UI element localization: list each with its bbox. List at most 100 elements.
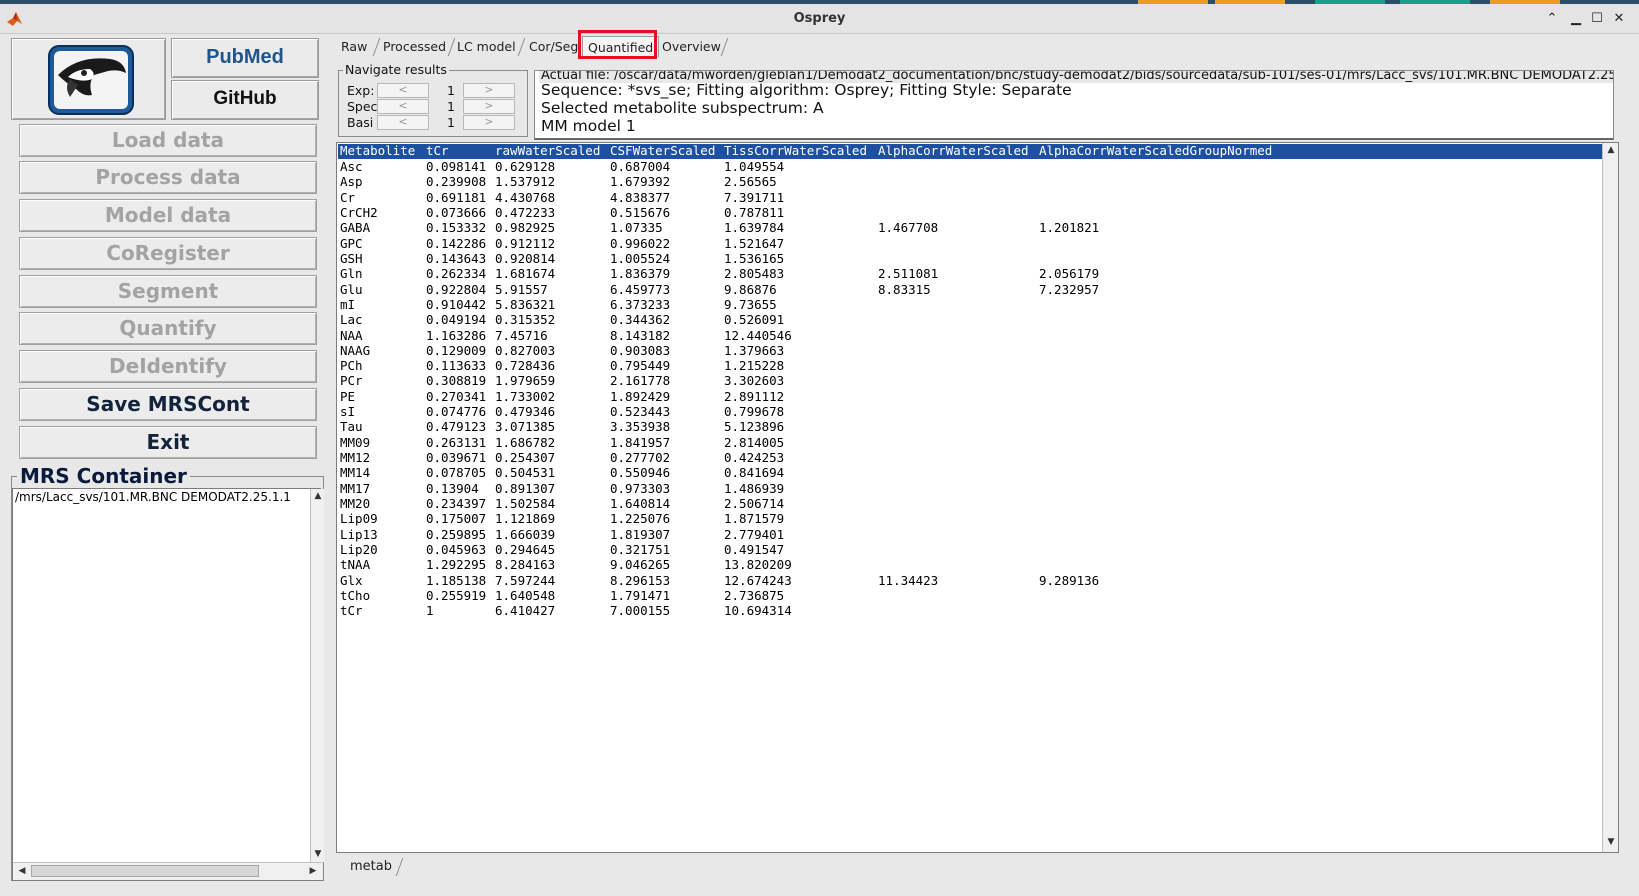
table-row[interactable]: MM17 0.13904 0.891307 0.973303 1.486939	[338, 480, 1598, 497]
pubmed-button[interactable]: PubMed	[171, 38, 319, 78]
nav-next-button[interactable]: >	[463, 99, 515, 114]
osprey-logo-button[interactable]	[11, 38, 166, 120]
table-row[interactable]: NAAG 0.129009 0.827003 0.903083 1.379663	[338, 342, 1598, 359]
table-cell: 1	[426, 603, 434, 619]
table-row[interactable]: tCr 1 6.410427 7.000155 10.694314	[338, 603, 1598, 619]
table-cell: 2.506714	[724, 496, 785, 512]
table-row[interactable]: GPC 0.142286 0.912112 0.996022 1.521647	[338, 236, 1598, 252]
table-row[interactable]: Gln 0.262334 1.681674 1.836379 2.805483 2.511…	[338, 266, 1598, 282]
table-row[interactable]: Glx 1.185138 7.597244 8.296153 12.674243 11.3…	[338, 572, 1598, 589]
tab-raw[interactable]: Raw	[336, 36, 372, 57]
file-info-panel: Actual file: /oscar/data/mworden/gleblan…	[534, 70, 1614, 140]
scroll-up-icon[interactable]: ▲	[311, 491, 325, 501]
scroll-up-icon[interactable]: ▲	[1604, 145, 1618, 155]
scroll-down-icon[interactable]: ▼	[311, 849, 325, 859]
table-row[interactable]: Lip13 0.259895 1.666039 1.819307 2.779401	[338, 527, 1598, 543]
table-row[interactable]: Glu 0.922804 5.91557 6.459773 9.86876 8.83315…	[338, 281, 1598, 298]
table-cell: CrCH2	[340, 204, 378, 220]
minimize-icon[interactable]: ▁	[1567, 10, 1585, 28]
table-cell: 0.129009	[426, 342, 487, 358]
nav-prev-button[interactable]: <	[377, 83, 429, 98]
table-vertical-scrollbar[interactable]: ▲ ▼	[1602, 143, 1618, 852]
table-row[interactable]: GABA 0.153332 0.982925 1.07335 1.639784 1.467…	[338, 220, 1598, 236]
nav-label: Basi	[347, 115, 374, 130]
nav-prev-button[interactable]: <	[377, 99, 429, 114]
table-row[interactable]: PCr 0.308819 1.979659 2.161778 3.302603	[338, 373, 1598, 389]
mrs-container-list[interactable]: /mrs/Lacc_svs/101.MR.BNC DEMODAT2.25.1.1…	[12, 488, 324, 881]
tab-overview[interactable]: Overview	[657, 36, 726, 57]
table-row[interactable]: Lip09 0.175007 1.121869 1.225076 1.871579	[338, 511, 1598, 527]
table-cell: Tau	[340, 419, 363, 435]
table-cell: 0.424253	[724, 450, 785, 466]
exit-button[interactable]: Exit	[19, 426, 317, 459]
table-cell: MM14	[340, 465, 371, 481]
tab-cor-seg[interactable]: Cor/Seg	[524, 36, 583, 57]
list-item[interactable]: /mrs/Lacc_svs/101.MR.BNC DEMODAT2.25.1.1	[15, 489, 309, 505]
subspectrum-info: Selected metabolite subspectrum: A	[541, 99, 824, 117]
collapse-icon[interactable]: ⌃	[1543, 10, 1561, 28]
table-cell: 0.262334	[426, 266, 487, 282]
table-row[interactable]: MM20 0.234397 1.502584 1.640814 2.506714	[338, 496, 1598, 512]
scroll-left-icon[interactable]: ◀	[15, 866, 29, 876]
save-mrscont-button[interactable]: Save MRSCont	[19, 388, 317, 421]
nav-value: 1	[447, 99, 455, 114]
table-row[interactable]: MM09 0.263131 1.686782 1.841957 2.814005	[338, 435, 1598, 451]
table-row[interactable]: Tau 0.479123 3.071385 3.353938 5.123896	[338, 419, 1598, 435]
github-button[interactable]: GitHub	[171, 80, 319, 120]
table-cell: Glx	[340, 572, 363, 588]
table-cell: MM17	[340, 480, 371, 496]
table-row[interactable]: tNAA 1.292295 8.284163 9.046265 13.820209	[338, 557, 1598, 573]
table-row[interactable]: NAA 1.163286 7.45716 8.143182 12.440546	[338, 328, 1598, 344]
table-cell: 3.071385	[495, 419, 556, 435]
table-cell: 7.597244	[495, 572, 556, 588]
table-cell: 0.153332	[426, 220, 487, 236]
table-row[interactable]: tCho 0.255919 1.640548 1.791471 2.736875	[338, 587, 1598, 604]
table-cell: Asc	[340, 159, 363, 174]
deidentify-button[interactable]: DeIdentify	[19, 350, 317, 383]
github-label: GitHub	[213, 88, 277, 109]
table-cell: 0.910442	[426, 296, 487, 312]
table-row[interactable]: PCh 0.113633 0.728436 0.795449 1.215228	[338, 358, 1598, 374]
table-cell: 1.640814	[610, 496, 671, 512]
table-row[interactable]: Asp 0.239908 1.537912 1.679392 2.56565	[338, 174, 1598, 190]
table-cell: 2.805483	[724, 266, 785, 282]
list-vertical-scrollbar[interactable]: ▲ ▼	[310, 489, 324, 862]
list-horizontal-scrollbar[interactable]: ◀ ▶	[13, 862, 322, 880]
table-cell: 1.791471	[610, 587, 671, 603]
table-row[interactable]: Cr 0.691181 4.430768 4.838377 7.391711	[338, 190, 1598, 206]
segment-button[interactable]: Segment	[19, 275, 317, 308]
mrs-container-title: MRS Container	[17, 464, 190, 488]
table-row[interactable]: PE 0.270341 1.733002 1.892429 2.891112	[338, 389, 1598, 405]
model-data-button[interactable]: Model data	[19, 199, 317, 232]
nav-next-button[interactable]: >	[463, 83, 515, 98]
scroll-thumb[interactable]	[31, 865, 259, 877]
close-icon[interactable]: ✕	[1610, 10, 1628, 28]
table-row[interactable]: MM14 0.078705 0.504531 0.550946 0.841694	[338, 465, 1598, 481]
quantify-button[interactable]: Quantify	[19, 312, 317, 345]
table-cell: Glu	[340, 281, 363, 297]
process-data-button[interactable]: Process data	[19, 161, 317, 194]
table-row[interactable]: Asc 0.098141 0.629128 0.687004 1.049554	[338, 159, 1598, 175]
table-row[interactable]: CrCH2 0.073666 0.472233 0.515676 0.787811	[338, 204, 1598, 221]
load-data-button[interactable]: Load data	[19, 124, 317, 157]
maximize-icon[interactable]: ☐	[1588, 10, 1606, 28]
table-row[interactable]: mI 0.910442 5.836321 6.373233 9.73655	[338, 296, 1598, 313]
scroll-right-icon[interactable]: ▶	[306, 866, 320, 876]
tab-metab[interactable]: metab	[338, 857, 404, 879]
table-cell: 0.479123	[426, 419, 487, 435]
nav-prev-button[interactable]: <	[377, 115, 429, 130]
table-row[interactable]: GSH 0.143643 0.920814 1.005524 1.536165	[338, 251, 1598, 267]
table-row[interactable]: Lip20 0.045963 0.294645 0.321751 0.491547	[338, 542, 1598, 558]
nav-next-button[interactable]: >	[463, 115, 515, 130]
table-cell: mI	[340, 296, 356, 312]
table-cell: 0.982925	[495, 220, 556, 236]
scroll-down-icon[interactable]: ▼	[1604, 837, 1618, 847]
table-cell: 0.074776	[426, 404, 487, 420]
table-row[interactable]: MM12 0.039671 0.254307 0.277702 0.424253	[338, 450, 1598, 466]
table-row[interactable]: sI 0.074776 0.479346 0.523443 0.799678	[338, 404, 1598, 420]
tab-lc-model[interactable]: LC model	[452, 36, 521, 57]
quantification-table[interactable]: Metabolite tCr rawWaterScaled CSFWaterScale…	[336, 142, 1619, 853]
table-row[interactable]: Lac 0.049194 0.315352 0.344362 0.526091	[338, 312, 1598, 328]
coregister-button[interactable]: CoRegister	[19, 237, 317, 270]
tab-processed[interactable]: Processed	[378, 36, 451, 57]
